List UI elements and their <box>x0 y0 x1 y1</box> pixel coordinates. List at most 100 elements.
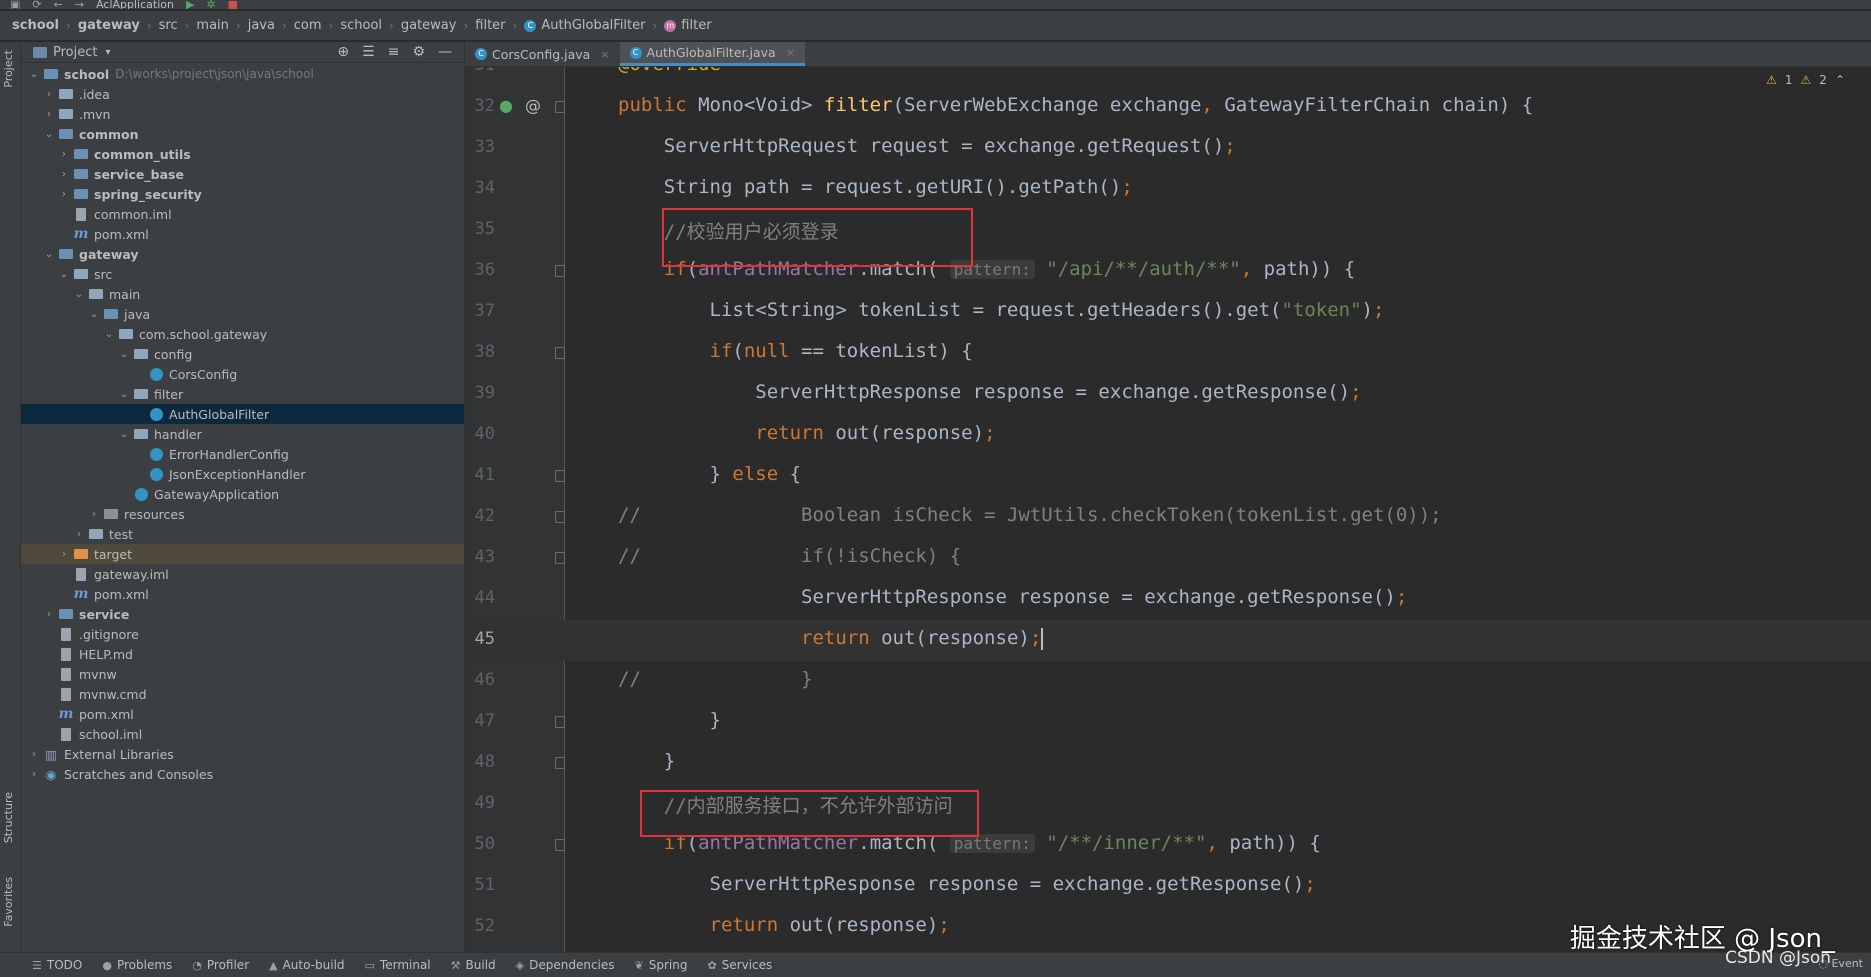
tree-item[interactable]: › ◉ Scratches and Consoles <box>21 764 464 784</box>
back-icon[interactable]: ← <box>54 0 63 9</box>
code-line[interactable]: 48 } <box>465 743 1871 784</box>
tree-item[interactable]: ⌄ config <box>21 344 464 364</box>
tree-item[interactable]: ErrorHandlerConfig <box>21 444 464 464</box>
run-icon[interactable]: ▶ <box>186 0 194 9</box>
tree-item[interactable]: › service <box>21 604 464 624</box>
project-panel-title[interactable]: Project <box>53 45 97 60</box>
tree-item[interactable]: › spring_security <box>21 184 464 204</box>
minimize-icon[interactable]: — <box>438 44 452 60</box>
annotation-icon[interactable]: @ <box>525 96 541 115</box>
expand-all-icon[interactable]: ☰ <box>362 44 375 60</box>
dependencies-tool-button[interactable]: ◈ Dependencies <box>516 958 615 972</box>
chevron-right-icon[interactable]: › <box>25 749 43 760</box>
tree-item[interactable]: gateway.iml <box>21 564 464 584</box>
breadcrumb-item[interactable]: filter <box>681 18 711 33</box>
tree-item[interactable]: .gitignore <box>21 624 464 644</box>
chevron-right-icon[interactable]: › <box>55 169 73 180</box>
chevron-right-icon[interactable]: › <box>85 509 103 520</box>
tree-item[interactable]: m pom.xml <box>21 224 464 244</box>
gear-icon[interactable]: ⚙ <box>412 44 425 60</box>
tree-item[interactable]: › common_utils <box>21 144 464 164</box>
code-line[interactable]: 44 ServerHttpResponse response = exchang… <box>465 579 1871 620</box>
fold-marker-icon[interactable] <box>555 552 565 564</box>
run-config-selector[interactable]: AclApplication <box>96 0 174 9</box>
tree-item[interactable]: HELP.md <box>21 644 464 664</box>
chevron-right-icon[interactable]: › <box>40 109 58 120</box>
debug-icon[interactable]: ✲ <box>206 0 215 9</box>
tree-item[interactable]: › target <box>21 544 464 564</box>
tree-item[interactable]: › ▥ External Libraries <box>21 744 464 764</box>
tree-item[interactable]: m pom.xml <box>21 584 464 604</box>
chevron-right-icon[interactable]: › <box>25 769 43 780</box>
chevron-right-icon[interactable]: › <box>70 529 88 540</box>
tree-item[interactable]: ⌄ com.school.gateway <box>21 324 464 344</box>
code-line[interactable]: 47 } <box>465 702 1871 743</box>
tree-item[interactable]: m pom.xml <box>21 704 464 724</box>
fold-marker-icon[interactable] <box>555 347 565 359</box>
code-line[interactable]: 43 // if(!isCheck) { <box>465 538 1871 579</box>
fold-marker-icon[interactable] <box>555 265 565 277</box>
breadcrumb-item[interactable]: gateway <box>401 18 457 33</box>
collapse-all-icon[interactable]: ≡ <box>388 44 400 60</box>
spring-tool-button[interactable]: ❦ Spring <box>635 958 688 972</box>
chevron-down-icon[interactable]: ▾ <box>105 47 110 58</box>
tree-item[interactable]: › test <box>21 524 464 544</box>
inspection-widget[interactable]: ⚠ 1 ⚠ 2 ⌃ <box>1766 73 1845 87</box>
tree-item[interactable]: ⌄ school D:\works\project\json\java\school <box>21 64 464 84</box>
chevron-right-icon[interactable]: › <box>40 89 58 100</box>
todo-tool-button[interactable]: ☰ TODO <box>32 958 82 972</box>
chevron-down-icon[interactable]: ⌄ <box>115 349 133 360</box>
tree-item[interactable]: GatewayApplication <box>21 484 464 504</box>
fold-marker-icon[interactable] <box>555 716 565 728</box>
chevron-right-icon[interactable]: › <box>55 549 73 560</box>
tree-item[interactable]: › .idea <box>21 84 464 104</box>
code-line[interactable]: 40 return out(response); <box>465 415 1871 456</box>
chevron-down-icon[interactable]: ⌄ <box>115 429 133 440</box>
tree-item[interactable]: JsonExceptionHandler <box>21 464 464 484</box>
services-tool-button[interactable]: ✿ Services <box>707 958 772 972</box>
chevron-down-icon[interactable]: ⌄ <box>40 129 58 140</box>
stop-icon[interactable]: ■ <box>228 0 238 9</box>
fold-marker-icon[interactable] <box>555 757 565 769</box>
chevron-down-icon[interactable]: ⌄ <box>55 269 73 280</box>
fold-marker-icon[interactable] <box>555 511 565 523</box>
breadcrumb-item[interactable]: com <box>294 18 322 33</box>
breadcrumb-item[interactable]: java <box>248 18 275 33</box>
code-line[interactable]: 45 return out(response); <box>465 620 1871 661</box>
code-line[interactable]: 31 @Override <box>465 67 1871 87</box>
breadcrumb-item[interactable]: school <box>340 18 382 33</box>
favorites-tool-button[interactable]: Favorites <box>2 877 15 927</box>
chevron-up-icon[interactable]: ⌃ <box>1835 73 1845 87</box>
close-icon[interactable]: × <box>786 46 795 59</box>
tree-item[interactable]: school.iml <box>21 724 464 744</box>
code-line[interactable]: 33 ServerHttpRequest request = exchange.… <box>465 128 1871 169</box>
breadcrumb-item[interactable]: main <box>196 18 228 33</box>
breadcrumb-item[interactable]: gateway <box>78 18 140 33</box>
terminal-tool-button[interactable]: ▭ Terminal <box>365 958 431 972</box>
tree-item[interactable]: AuthGlobalFilter <box>21 404 464 424</box>
chevron-right-icon[interactable]: › <box>55 189 73 200</box>
code-line[interactable]: 51 ServerHttpResponse response = exchang… <box>465 866 1871 907</box>
structure-tool-button[interactable]: Structure <box>2 792 15 843</box>
code-line[interactable]: 39 ServerHttpResponse response = exchang… <box>465 374 1871 415</box>
build-tool-button[interactable]: ⚒ Build <box>451 958 496 972</box>
chevron-right-icon[interactable]: › <box>40 609 58 620</box>
code-line[interactable]: 41 } else { <box>465 456 1871 497</box>
code-line[interactable]: 34 String path = request.getURI().getPat… <box>465 169 1871 210</box>
tab-corsconfig[interactable]: C CorsConfig.java × <box>465 42 620 66</box>
close-icon[interactable]: × <box>600 48 609 61</box>
profiler-tool-button[interactable]: ◔ Profiler <box>192 958 249 972</box>
chevron-down-icon[interactable]: ⌄ <box>100 329 118 340</box>
chevron-right-icon[interactable]: › <box>55 149 73 160</box>
project-tool-button[interactable]: Project <box>2 50 15 88</box>
tree-item[interactable]: ⌄ filter <box>21 384 464 404</box>
breadcrumb-item[interactable]: AuthGlobalFilter <box>541 18 645 33</box>
forward-icon[interactable]: → <box>75 0 84 9</box>
tree-item[interactable]: mvnw <box>21 664 464 684</box>
tree-item[interactable]: common.iml <box>21 204 464 224</box>
tree-item[interactable]: ⌄ common <box>21 124 464 144</box>
tree-item[interactable]: ⌄ java <box>21 304 464 324</box>
breadcrumb-item[interactable]: src <box>159 18 178 33</box>
chevron-down-icon[interactable]: ⌄ <box>115 389 133 400</box>
breadcrumb-item[interactable]: school <box>12 18 59 33</box>
